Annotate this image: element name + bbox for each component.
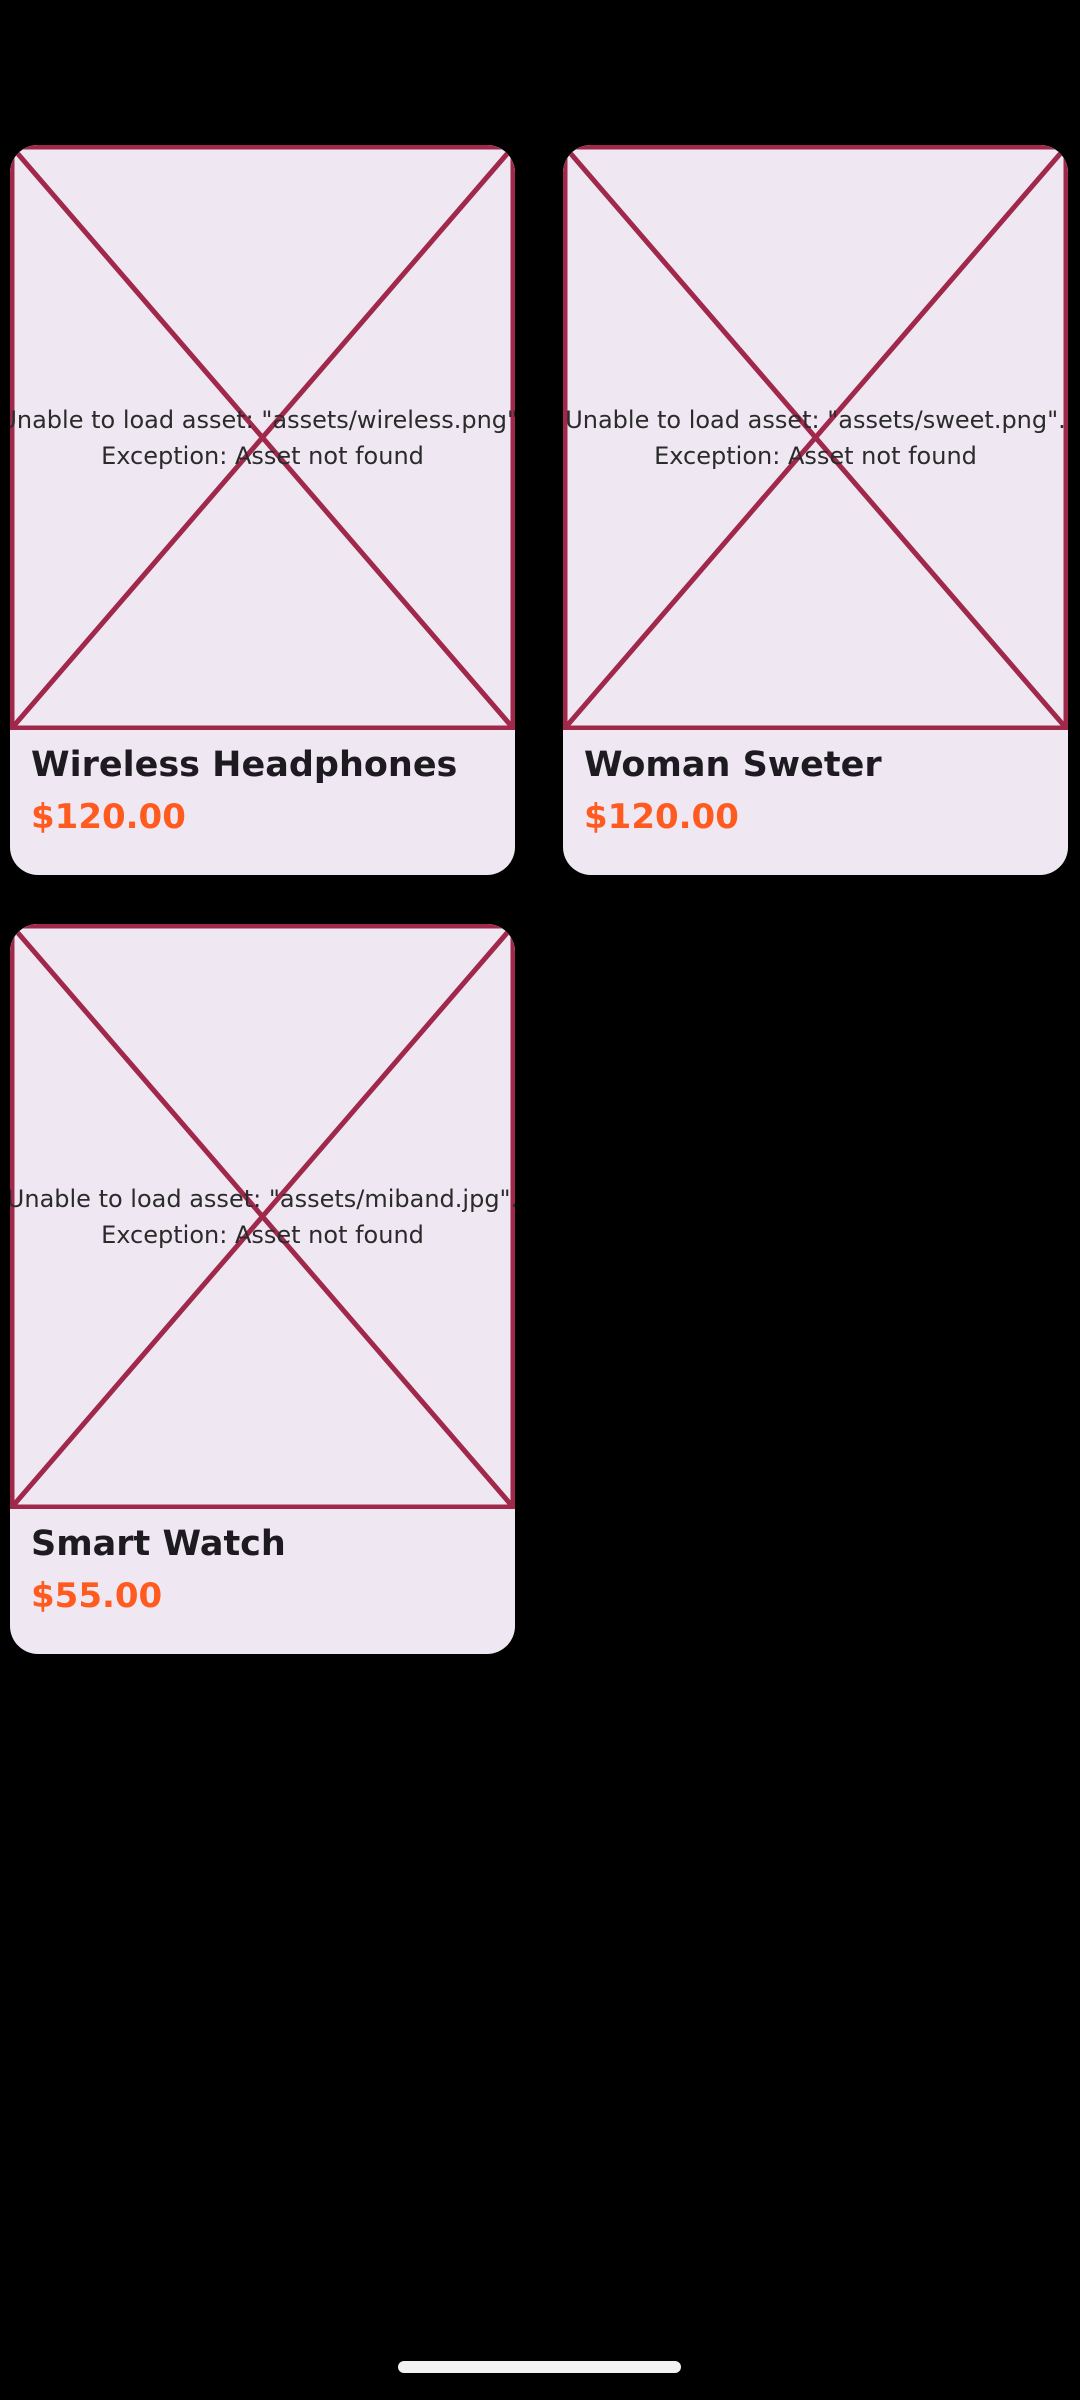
image-error-line: Exception: Asset not found (101, 1220, 424, 1249)
image-error-message: Unable to load asset: "assets/miband.jpg… (10, 924, 515, 1509)
product-image-placeholder: Unable to load asset: "assets/sweet.png"… (563, 145, 1068, 730)
image-error-message: Unable to load asset: "assets/sweet.png"… (563, 145, 1068, 730)
product-title: Woman Sweter (584, 745, 882, 785)
image-error-message: Unable to load asset: "assets/wireless.p… (10, 145, 515, 730)
product-card-woman-sweter[interactable]: Unable to load asset: "assets/sweet.png"… (563, 145, 1068, 875)
product-card-wireless-headphones[interactable]: Unable to load asset: "assets/wireless.p… (10, 145, 515, 875)
image-error-line: Unable to load asset: "assets/sweet.png"… (565, 405, 1066, 434)
product-image-placeholder: Unable to load asset: "assets/wireless.p… (10, 145, 515, 730)
product-title: Wireless Headphones (31, 745, 458, 785)
image-error-line: Exception: Asset not found (654, 441, 977, 470)
image-error-line: Exception: Asset not found (101, 441, 424, 470)
product-image-placeholder: Unable to load asset: "assets/miband.jpg… (10, 924, 515, 1509)
product-price: $55.00 (31, 1576, 163, 1616)
product-title: Smart Watch (31, 1524, 286, 1564)
product-price: $120.00 (31, 797, 186, 837)
product-card-smart-watch[interactable]: Unable to load asset: "assets/miband.jpg… (10, 924, 515, 1654)
product-price: $120.00 (584, 797, 739, 837)
home-indicator[interactable] (398, 2361, 681, 2373)
image-error-line: Unable to load asset: "assets/miband.jpg… (10, 1184, 515, 1213)
image-error-line: Unable to load asset: "assets/wireless.p… (10, 405, 515, 434)
